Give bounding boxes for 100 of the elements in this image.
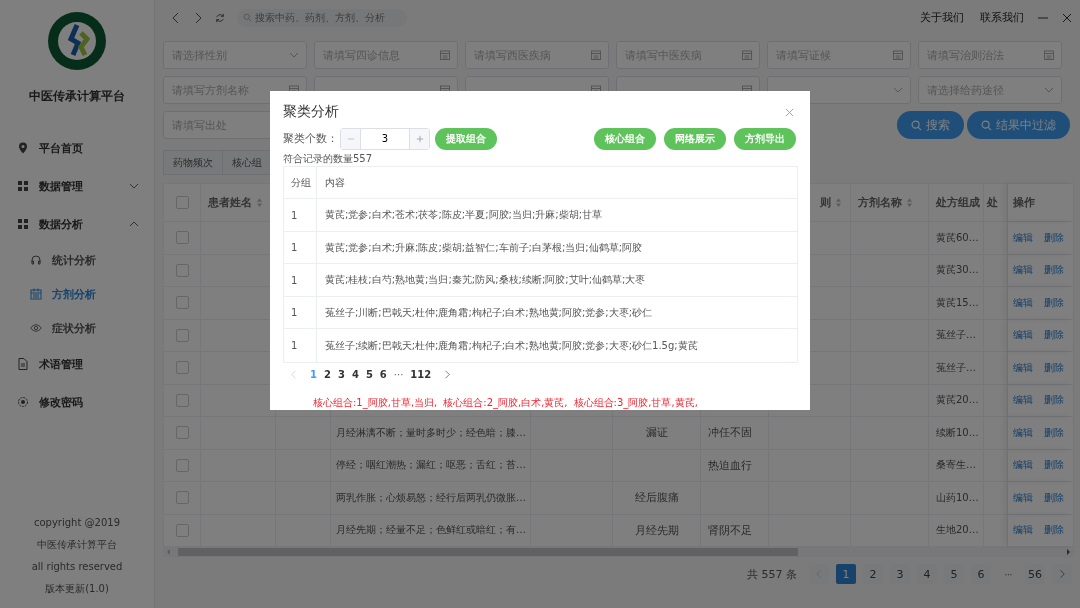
previous-page-icon[interactable] (291, 369, 297, 379)
core-combination-text: 核心组合:2_阿胶,白术,黄芪, (443, 396, 568, 410)
row-action-link[interactable]: 删除 (1044, 425, 1064, 440)
action-button[interactable]: 方剂导出 (734, 127, 796, 150)
nav-item[interactable]: 修改密码 (0, 383, 154, 421)
checkbox[interactable] (175, 296, 189, 310)
increase-button[interactable] (410, 128, 429, 149)
table-cell: 菟丝子… (936, 360, 976, 375)
row-action-link[interactable]: 编辑 (1013, 295, 1033, 310)
row-action-link[interactable]: 删除 (1044, 295, 1064, 310)
search-button[interactable]: 结果中过滤 (967, 111, 1070, 139)
row-action-link[interactable]: 删除 (1044, 360, 1064, 375)
number-stepper[interactable]: 3 (340, 127, 430, 150)
row-action-link[interactable]: 编辑 (1013, 458, 1033, 473)
forward-icon[interactable] (193, 11, 203, 24)
row-action-link[interactable]: 删除 (1044, 490, 1064, 505)
page-button[interactable]: 2 (321, 368, 333, 380)
page-button[interactable]: 6 (377, 368, 389, 380)
row-action-link[interactable]: 删除 (1044, 393, 1064, 408)
sort-icon[interactable] (835, 197, 842, 208)
nav-subitem[interactable]: 方剂分析 (0, 277, 154, 311)
table-cell: 桑寄生… (936, 458, 976, 473)
table-cell: 冲任不固 (708, 425, 752, 441)
nav-subitem[interactable]: 统计分析 (0, 243, 154, 277)
tab[interactable]: 核心组 (222, 150, 272, 175)
row-action-link[interactable]: 删除 (1044, 523, 1064, 538)
column-header: 则 (820, 195, 831, 210)
back-icon[interactable] (171, 11, 181, 24)
record-count: 符合记录的数量557 (283, 151, 374, 165)
core-combination-text: 核心组合:1_阿胶,甘草,当归, (313, 396, 438, 410)
header-link[interactable]: 联系我们 (980, 10, 1024, 25)
action-button[interactable]: 网络展示 (664, 127, 726, 150)
page-button[interactable]: 3 (335, 368, 347, 380)
sort-icon[interactable] (906, 197, 913, 208)
extract-button[interactable]: 提取组合 (435, 127, 497, 150)
footer-text: all rights reserved (31, 560, 123, 574)
checkbox[interactable] (175, 196, 189, 209)
checkbox[interactable] (175, 231, 189, 245)
checkbox[interactable] (175, 491, 189, 505)
footer-text: copyright @2019 (34, 516, 120, 530)
row-action-link[interactable]: 编辑 (1013, 523, 1033, 538)
nav-item[interactable]: 平台首页 (0, 129, 154, 167)
search-button[interactable]: 搜索 (897, 111, 964, 139)
grid-icon (17, 180, 29, 192)
logo-icon (47, 11, 107, 71)
next-page-icon[interactable] (444, 369, 451, 379)
nav-item[interactable]: 术语管理 (0, 345, 154, 383)
refresh-icon[interactable] (215, 11, 225, 24)
row-action-link[interactable]: 编辑 (1013, 490, 1033, 505)
row-action-link[interactable]: 删除 (1044, 328, 1064, 343)
horizontal-scrollbar[interactable] (164, 547, 1073, 556)
page-button[interactable]: 4 (349, 368, 361, 380)
table-cell: 1 (284, 264, 317, 296)
nav-item[interactable]: 数据管理 (0, 167, 154, 205)
settings-icon (17, 396, 29, 408)
action-button[interactable]: 核心组合 (594, 127, 656, 150)
row-action-link[interactable]: 编辑 (1013, 263, 1033, 278)
table-cell-text: 菟丝子;续断;巴戟天;杜仲;鹿角霜;枸杞子;白术;熟地黄;阿胶;党参;大枣;砂仁1.5g;黄芪 (324, 338, 699, 353)
row-action-link[interactable]: 编辑 (1013, 230, 1033, 245)
chevron-right-icon (1059, 569, 1065, 579)
checkbox[interactable] (175, 426, 189, 440)
page-button[interactable]: 5 (363, 368, 375, 380)
row-action-link[interactable]: 编辑 (1013, 393, 1033, 408)
column-header: 内容 (324, 175, 346, 190)
page-button[interactable]: ··· (998, 564, 1018, 584)
tab[interactable]: 药物频次 (163, 150, 223, 175)
row-action-link[interactable]: 编辑 (1013, 328, 1033, 343)
nav-item[interactable]: 数据分析 (0, 205, 154, 243)
checkbox[interactable] (175, 328, 189, 342)
column-header: 方剂名称 (858, 195, 902, 210)
checkbox[interactable] (175, 458, 189, 472)
checkbox[interactable] (175, 263, 189, 277)
page-button[interactable]: ··· (391, 368, 406, 380)
checkbox[interactable] (175, 393, 189, 407)
row-action-link[interactable]: 编辑 (1013, 425, 1033, 440)
row-action-link[interactable]: 编辑 (1013, 360, 1033, 375)
table-cell: 黄芪30… (936, 263, 979, 278)
column-header: 操作 (1013, 195, 1035, 210)
sort-icon[interactable] (256, 197, 263, 208)
row-action-link[interactable]: 删除 (1044, 263, 1064, 278)
footer-text: 中医传承计算平台 (37, 538, 117, 552)
column-header: 分组 (284, 166, 317, 199)
decrease-button[interactable] (341, 128, 360, 149)
close-icon[interactable] (785, 107, 794, 117)
table-cell: 续断10… (936, 425, 979, 440)
row-action-link[interactable]: 删除 (1044, 230, 1064, 245)
row-action-link[interactable]: 删除 (1044, 458, 1064, 473)
checkbox[interactable] (175, 361, 189, 375)
table-cell: 热迫血行 (708, 457, 752, 473)
page-button[interactable]: 1 (836, 564, 856, 584)
close-icon[interactable] (1062, 12, 1072, 23)
nav-subitem[interactable]: 症状分析 (0, 311, 154, 345)
page-button[interactable]: 112 (408, 368, 434, 380)
search-icon (911, 119, 922, 131)
checkbox[interactable] (175, 523, 189, 537)
cluster-count-field[interactable]: 3 (360, 128, 410, 149)
page-button[interactable]: 1 (308, 368, 319, 380)
header-link[interactable]: 关于我们 (920, 10, 964, 25)
chevron-icon (893, 85, 903, 95)
table-cell: 黄芪60… (936, 230, 979, 245)
